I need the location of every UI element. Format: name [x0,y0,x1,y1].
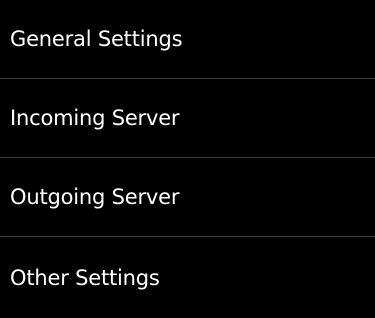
menu-item-other-settings[interactable]: Other Settings [0,237,375,318]
menu-item-outgoing-server[interactable]: Outgoing Server [0,158,375,237]
menu-item-general-settings[interactable]: General Settings [0,0,375,79]
menu-item-label: Other Settings [10,265,160,290]
menu-item-label: Incoming Server [10,106,180,130]
menu-item-label: General Settings [10,27,183,51]
settings-menu: General Settings Incoming Server Outgoin… [0,0,375,318]
menu-item-label: Outgoing Server [10,185,180,209]
menu-item-incoming-server[interactable]: Incoming Server [0,79,375,158]
